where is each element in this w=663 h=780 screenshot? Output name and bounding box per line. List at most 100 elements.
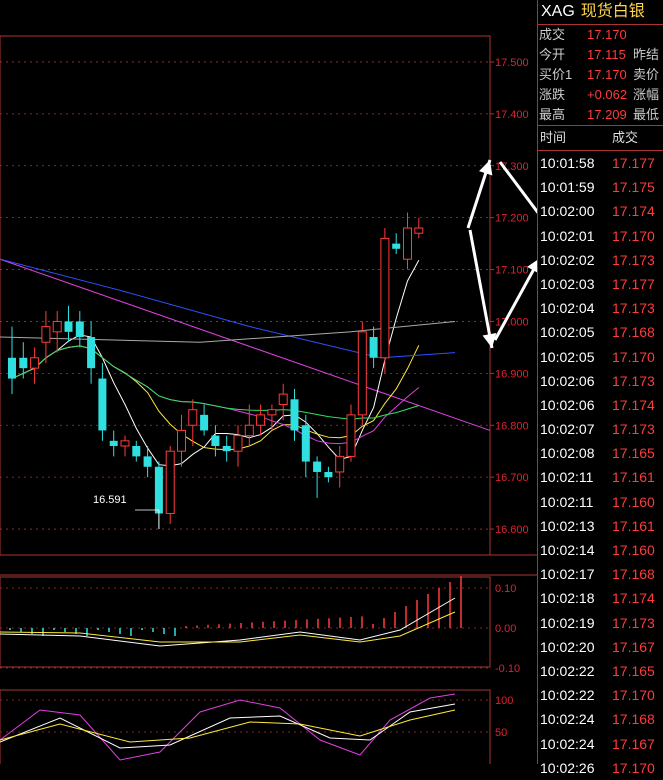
quote-row: 今开 17.115 昨结 [538, 45, 663, 65]
macd-axis-label: -0.10 [495, 663, 520, 675]
candle-body [335, 455, 345, 473]
quote-value: +0.062 [587, 87, 628, 102]
tick-time: 10:02:06 [540, 396, 595, 413]
tick-row: 10:02:02 17.173 [538, 248, 663, 272]
quote-row: 买价1 17.170 卖价 [538, 65, 663, 85]
tick-price: 17.173 [612, 300, 655, 317]
candle-body [177, 429, 186, 452]
candle-body [414, 227, 424, 234]
ma30-line [11, 345, 419, 420]
tick-row: 10:02:11 17.161 [538, 465, 663, 489]
tick-row: 10:02:08 17.165 [538, 441, 663, 465]
tick-time: 10:02:06 [540, 372, 595, 389]
tick-time: 10:02:26 [540, 759, 595, 776]
candle-body [8, 357, 16, 379]
macd-axis-label: 0.10 [495, 583, 516, 595]
chart-area[interactable]: 17.500 17.400 17.300 17.200 17.100 17.000 16.9… [0, 0, 537, 764]
tick-row: 10:02:04 17.173 [538, 296, 663, 320]
candle-body [98, 378, 107, 431]
tick-row: 10:02:19 17.173 [538, 611, 663, 635]
price-chart[interactable]: 17.50017.40017.30017.20017.10017.00016.9… [0, 0, 537, 764]
tick-price: 17.168 [612, 324, 655, 341]
kdj-axis-label: 50 [495, 727, 507, 739]
tick-row: 10:01:59 17.175 [538, 175, 663, 199]
tick-row: 10:01:58 17.177 [538, 151, 663, 175]
quote-label: 涨跌 [539, 87, 566, 102]
candle-body [222, 446, 231, 452]
tick-time: 10:01:58 [540, 155, 595, 171]
ticks-header: 时间 成交 [538, 126, 663, 151]
price-axis-label: 16.800 [495, 420, 529, 432]
quote-label: 成交 [539, 27, 566, 42]
tick-price: 17.167 [612, 638, 655, 655]
quote-label: 今开 [539, 47, 566, 62]
quote-label2: 最低 [633, 107, 660, 122]
price-axis-label: 16.700 [495, 472, 529, 484]
candle-body [244, 424, 254, 437]
tick-row: 10:02:06 17.173 [538, 369, 663, 393]
tick-price: 17.160 [612, 493, 655, 510]
tick-row: 10:02:26 17.170 [538, 756, 663, 780]
price-axis-label: 16.600 [495, 524, 529, 536]
tick-time: 10:02:05 [540, 348, 595, 365]
candle-body [87, 337, 96, 369]
tick-row: 10:02:24 17.168 [538, 707, 663, 731]
candle-body [392, 243, 401, 249]
quote-label2: 卖价 [633, 67, 660, 82]
symbol-header: XAG 现货白银 [538, 0, 663, 25]
candle-body [357, 331, 367, 416]
quote-label: 最高 [539, 107, 566, 122]
tick-price: 17.174 [612, 396, 655, 413]
tick-list[interactable]: 10:01:58 17.177 10:01:59 17.175 10:02:00 17.1… [538, 151, 663, 780]
tick-time: 10:02:01 [540, 227, 595, 244]
ticks-header-time: 时间 [540, 130, 567, 145]
tick-row: 10:02:05 17.170 [538, 345, 663, 369]
candle-body [120, 440, 130, 447]
tick-time: 10:02:11 [540, 493, 594, 510]
tick-time: 10:02:22 [540, 662, 595, 679]
candle-body [278, 393, 288, 405]
candle-body [132, 446, 141, 457]
tick-time: 10:02:20 [540, 638, 595, 655]
tick-row: 10:02:07 17.173 [538, 417, 663, 441]
tick-price: 17.177 [612, 155, 655, 171]
tick-price: 17.160 [612, 542, 655, 558]
candle-body [267, 409, 277, 416]
tick-time: 10:02:24 [540, 735, 595, 752]
candle-body [200, 414, 209, 431]
kdj-d-line [0, 709, 456, 743]
price-axis-label: 16.900 [495, 368, 529, 380]
symbol-code: XAG [541, 3, 575, 20]
quote-label2: 涨幅 [633, 87, 660, 102]
quote-value: 17.170 [587, 67, 627, 82]
candle-body [188, 409, 198, 426]
tick-price: 17.161 [612, 517, 655, 534]
tick-row: 10:02:11 17.160 [538, 490, 663, 514]
quote-label2: 昨结 [633, 47, 660, 62]
candle-body [211, 435, 220, 447]
quote-box: 成交 17.170 今开 17.115 昨结 买价1 17.170 卖价 涨跌 +0.062… [538, 25, 663, 126]
tick-row: 10:02:22 17.165 [538, 659, 663, 683]
candle-body [41, 326, 51, 343]
macd-dea-line [0, 611, 456, 643]
tick-time: 10:02:22 [540, 687, 595, 704]
tick-row: 10:02:17 17.168 [538, 562, 663, 586]
tick-time: 10:02:14 [540, 542, 595, 558]
tick-time: 10:02:11 [540, 469, 594, 486]
tick-time: 10:02:07 [540, 421, 595, 438]
candle-body [52, 320, 62, 333]
tick-price: 17.170 [612, 227, 655, 244]
candle-body [380, 237, 390, 359]
tick-row: 10:02:06 17.174 [538, 393, 663, 417]
tick-row: 10:02:00 17.174 [538, 199, 663, 223]
tick-time: 10:02:04 [540, 300, 595, 317]
candle-body [256, 414, 266, 426]
quote-panel: XAG 现货白银 成交 17.170 今开 17.115 昨结 买价1 17.170 卖价 … [537, 0, 663, 776]
price-axis-label: 17.100 [495, 265, 529, 277]
tick-row: 10:02:20 17.167 [538, 635, 663, 659]
candle-body [403, 227, 412, 260]
quote-row: 成交 17.170 [538, 25, 663, 45]
quote-value: 17.115 [587, 47, 626, 62]
tick-price: 17.173 [612, 251, 655, 268]
tick-price: 17.165 [612, 445, 655, 462]
